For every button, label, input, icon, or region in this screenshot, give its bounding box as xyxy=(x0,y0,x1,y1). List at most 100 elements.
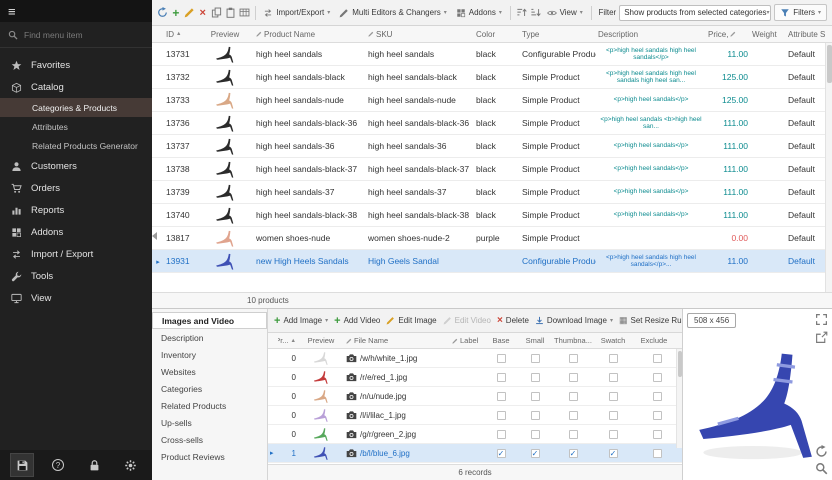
sort-asc-button[interactable] xyxy=(516,5,527,21)
small-checkbox[interactable] xyxy=(531,430,540,439)
bottom-tab[interactable]: Inventory xyxy=(152,346,267,363)
exclude-checkbox[interactable] xyxy=(653,392,662,401)
delete-product-button[interactable]: × xyxy=(198,5,208,21)
table-row[interactable]: ▸ 13736 high heel sandals-black-36 high … xyxy=(152,112,825,135)
image-row[interactable]: ▸ 0 /w/h/white_1.jpg xyxy=(268,349,682,368)
table-row[interactable]: ▸ 13732 high heel sandals-black high hee… xyxy=(152,66,825,89)
sidebar-item-attributes[interactable]: Attributes xyxy=(0,117,152,136)
column-exclude[interactable]: Exclude xyxy=(632,336,676,345)
swatch-checkbox[interactable] xyxy=(609,411,618,420)
sidebar-item-tools[interactable]: Tools xyxy=(0,265,152,287)
filters-button[interactable]: Filters ▾ xyxy=(774,4,827,21)
columns-button[interactable] xyxy=(239,5,250,21)
column-description[interactable]: Description xyxy=(596,30,706,39)
column-base[interactable]: Base xyxy=(484,336,518,345)
bottom-tab[interactable]: Product Reviews xyxy=(152,448,267,465)
column-price[interactable]: Price, xyxy=(706,30,750,39)
addons-menu[interactable]: Addons ▾ xyxy=(453,6,505,20)
bottom-tab[interactable]: Cross-sells xyxy=(152,431,267,448)
sidebar-item-import-export[interactable]: Import / Export xyxy=(0,243,152,265)
table-row[interactable]: ▸ 13738 high heel sandals-black-37 high … xyxy=(152,158,825,181)
thumbnail-checkbox[interactable] xyxy=(569,392,578,401)
image-row[interactable]: ▸ 0 /n/u/nude.jpg xyxy=(268,387,682,406)
small-checkbox[interactable] xyxy=(531,411,540,420)
table-row[interactable]: ▸ 13731 high heel sandals high heel sand… xyxy=(152,43,825,66)
hamburger-menu-icon[interactable]: ≡ xyxy=(8,5,16,18)
swatch-checkbox[interactable] xyxy=(609,430,618,439)
swatch-checkbox[interactable] xyxy=(609,392,618,401)
help-icon[interactable]: ? xyxy=(46,453,70,477)
gear-icon[interactable] xyxy=(118,453,142,477)
table-row[interactable]: ▸ 13740 high heel sandals-black-38 high … xyxy=(152,204,825,227)
swatch-checkbox[interactable] xyxy=(609,373,618,382)
column-product-name[interactable]: Product Name xyxy=(254,30,366,39)
vertical-scrollbar[interactable] xyxy=(825,43,832,292)
swatch-checkbox[interactable] xyxy=(609,449,618,458)
import-export-menu[interactable]: Import/Export ▾ xyxy=(260,6,333,20)
bottom-tab[interactable]: Related Products xyxy=(152,397,267,414)
exclude-checkbox[interactable] xyxy=(653,449,662,458)
table-row[interactable]: ▸ 13739 high heel sandals-37 high heel s… xyxy=(152,181,825,204)
table-row[interactable]: ▸ 13931 new High Heels Sandals High Geel… xyxy=(152,250,825,273)
thumbnail-checkbox[interactable] xyxy=(569,430,578,439)
sidebar-item-reports[interactable]: Reports xyxy=(0,199,152,221)
edit-image-button[interactable]: Edit Image xyxy=(386,316,436,325)
thumbnail-checkbox[interactable] xyxy=(569,354,578,363)
column-color[interactable]: Color xyxy=(474,30,520,39)
save-icon[interactable] xyxy=(10,453,34,477)
thumbnail-checkbox[interactable] xyxy=(569,373,578,382)
multi-editors-menu[interactable]: Multi Editors & Changers ▾ xyxy=(336,6,450,20)
add-image-button[interactable]: + Add Image ▾ xyxy=(274,315,328,327)
rotate-icon[interactable] xyxy=(815,445,828,458)
column-small[interactable]: Small xyxy=(518,336,552,345)
delete-image-button[interactable]: × Delete xyxy=(497,315,529,326)
column-label[interactable]: Label xyxy=(450,336,484,345)
exclude-checkbox[interactable] xyxy=(653,354,662,363)
paste-button[interactable] xyxy=(225,5,236,21)
table-row[interactable]: ▸ 13817 women shoes-nude women shoes-nud… xyxy=(152,227,825,250)
bottom-tab[interactable]: Images and Video xyxy=(152,312,267,329)
sidebar-collapse-handle[interactable] xyxy=(152,232,157,240)
fullscreen-icon[interactable] xyxy=(815,313,828,326)
image-row[interactable]: ▸ 0 /r/e/red_1.jpg xyxy=(268,368,682,387)
small-checkbox[interactable] xyxy=(531,354,540,363)
small-checkbox[interactable] xyxy=(531,373,540,382)
lock-icon[interactable] xyxy=(82,453,106,477)
column-weight[interactable]: Weight xyxy=(750,30,786,39)
base-checkbox[interactable] xyxy=(497,430,506,439)
download-image-button[interactable]: Download Image ▾ xyxy=(535,316,613,325)
column-file-name[interactable]: File Name xyxy=(344,336,450,345)
sidebar-item-related-products-generator[interactable]: Related Products Generator xyxy=(0,136,152,155)
view-menu[interactable]: View ▾ xyxy=(544,6,586,20)
column-sku[interactable]: SKU xyxy=(366,30,474,39)
exclude-checkbox[interactable] xyxy=(653,411,662,420)
sidebar-item-orders[interactable]: Orders xyxy=(0,177,152,199)
edit-product-button[interactable] xyxy=(184,5,195,21)
table-row[interactable]: ▸ 13737 high heel sandals-36 high heel s… xyxy=(152,135,825,158)
bottom-tab[interactable]: Description xyxy=(152,329,267,346)
base-checkbox[interactable] xyxy=(497,373,506,382)
column-preview[interactable]: Preview xyxy=(298,336,344,345)
base-checkbox[interactable] xyxy=(497,392,506,401)
sidebar-item-categories-products[interactable]: Categories & Products xyxy=(0,98,152,117)
refresh-button[interactable] xyxy=(157,5,168,21)
scrollbar-thumb[interactable] xyxy=(827,45,832,83)
column-id[interactable]: ID▲ xyxy=(164,30,196,39)
add-video-button[interactable]: + Add Video xyxy=(334,315,380,327)
table-row[interactable]: ▸ 13733 high heel sandals-nude high heel… xyxy=(152,89,825,112)
edit-video-button[interactable]: Edit Video xyxy=(443,316,491,325)
sidebar-item-customers[interactable]: Customers xyxy=(0,155,152,177)
small-checkbox[interactable] xyxy=(531,449,540,458)
thumbnail-checkbox[interactable] xyxy=(569,411,578,420)
image-row[interactable]: ▸ 0 /l/i/lilac_1.jpg xyxy=(268,406,682,425)
image-row[interactable]: ▸ 0 /g/r/green_2.jpg xyxy=(268,425,682,444)
sidebar-item-favorites[interactable]: Favorites xyxy=(0,54,152,76)
menu-search-input[interactable] xyxy=(24,30,134,40)
add-product-button[interactable]: + xyxy=(171,5,181,21)
exclude-checkbox[interactable] xyxy=(653,430,662,439)
exclude-checkbox[interactable] xyxy=(653,373,662,382)
small-checkbox[interactable] xyxy=(531,392,540,401)
filter-select[interactable]: Show products from selected categories ▾ xyxy=(619,5,771,21)
bottom-tab[interactable]: Up-sells xyxy=(152,414,267,431)
bottom-tab[interactable]: Categories xyxy=(152,380,267,397)
